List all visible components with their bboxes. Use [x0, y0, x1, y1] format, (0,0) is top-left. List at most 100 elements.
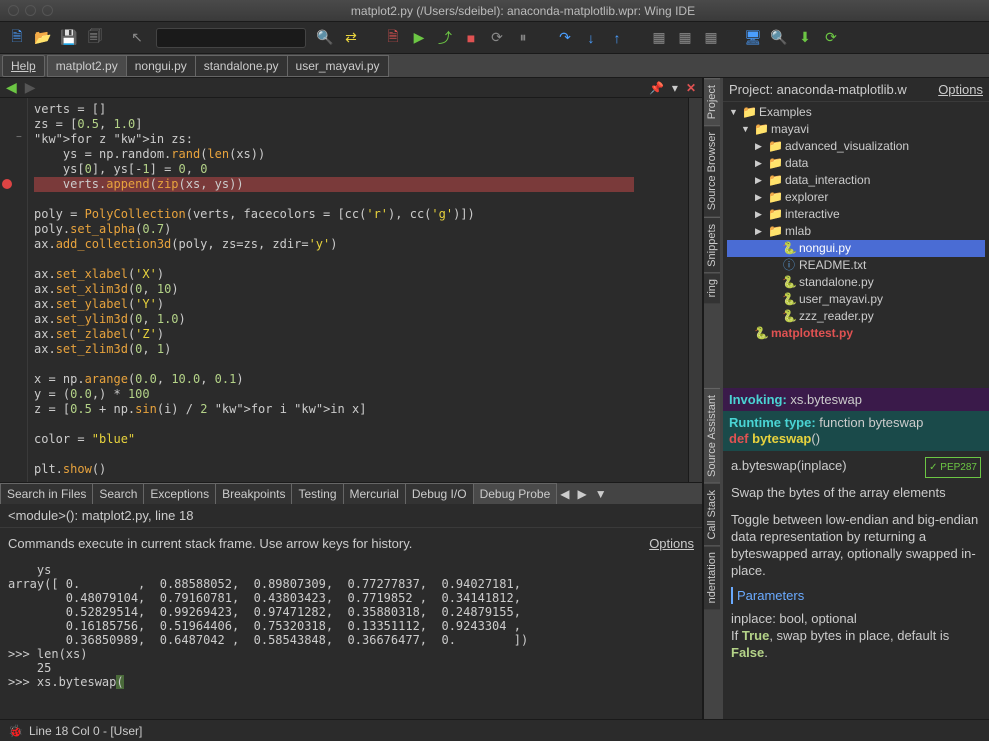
- run-icon[interactable]: ▶: [408, 27, 430, 49]
- zoom-window-icon[interactable]: [42, 5, 53, 16]
- vertical-tab[interactable]: Call Stack: [704, 483, 720, 546]
- file-tab[interactable]: nongui.py: [126, 55, 196, 77]
- open-file-icon[interactable]: 📂: [32, 27, 54, 49]
- replace-icon[interactable]: ⇄: [340, 27, 362, 49]
- record-icon[interactable]: 🗎: [382, 27, 404, 49]
- search-input[interactable]: [156, 28, 306, 48]
- debug-probe-panel: <module>(): matplot2.py, line 18 Command…: [0, 504, 702, 719]
- menu-icon[interactable]: ▾: [672, 81, 678, 95]
- main-toolbar: 🗎 📂 💾 🗐 ↖ 🔍 ⇄ 🗎 ▶ ⤴ ■ ⟳ ⏸ ↷ ↓ ↑ ▦ ▦ ▦ 🖥 …: [0, 22, 989, 54]
- tree-folder[interactable]: ▶📁interactive: [727, 206, 985, 223]
- signature: a.byteswap(inplace): [731, 458, 847, 473]
- vertical-tab[interactable]: Project: [704, 78, 720, 125]
- nav-back-icon[interactable]: ◀: [6, 79, 17, 96]
- bottom-tab[interactable]: Mercurial: [343, 483, 406, 505]
- editor-gutter[interactable]: −: [0, 98, 28, 482]
- project-title: Project: anaconda-matplotlib.w: [729, 82, 907, 97]
- pin-icon[interactable]: 📌: [649, 81, 664, 95]
- download-icon[interactable]: ⬇: [794, 27, 816, 49]
- window-titlebar: matplot2.py (/Users/sdeibel): anaconda-m…: [0, 0, 989, 22]
- tree-folder[interactable]: ▶📁mlab: [727, 223, 985, 240]
- tabs-left-icon[interactable]: ◀: [556, 487, 573, 501]
- step-over-icon[interactable]: ↷: [554, 27, 576, 49]
- refresh-icon[interactable]: ⟳: [820, 27, 842, 49]
- bottom-tab[interactable]: Breakpoints: [215, 483, 292, 505]
- status-bar: 🐞 Line 18 Col 0 - [User]: [0, 719, 989, 741]
- bottom-tab[interactable]: Search in Files: [0, 483, 93, 505]
- vertical-tab[interactable]: Snippets: [704, 217, 720, 273]
- debug-message: Commands execute in current stack frame.…: [8, 536, 412, 551]
- file-tab[interactable]: user_mayavi.py: [287, 55, 389, 77]
- debug-options-link[interactable]: Options: [649, 536, 694, 551]
- vertical-tab[interactable]: Source Browser: [704, 125, 720, 216]
- file-tab[interactable]: matplot2.py: [47, 55, 127, 77]
- tree-root[interactable]: ▼📁Examples: [727, 104, 985, 121]
- minimize-window-icon[interactable]: [25, 5, 36, 16]
- tree-file[interactable]: 🐍user_mayavi.py: [727, 291, 985, 308]
- debug-continue-icon[interactable]: ⤴: [434, 27, 456, 49]
- traffic-lights[interactable]: [8, 5, 53, 16]
- cursor-position: Line 18 Col 0 - [User]: [29, 724, 142, 738]
- tree-file[interactable]: 🐍nongui.py: [727, 240, 985, 257]
- search-icon[interactable]: 🔍: [314, 27, 336, 49]
- save-icon[interactable]: 💾: [58, 27, 80, 49]
- invoking-value: xs.byteswap: [790, 392, 862, 407]
- bottom-tab[interactable]: Exceptions: [143, 483, 216, 505]
- tree-file[interactable]: ⓘREADME.txt: [727, 257, 985, 274]
- vertical-tab[interactable]: Source Assistant: [704, 388, 720, 483]
- new-file-icon[interactable]: 🗎: [6, 27, 28, 49]
- bug-icon[interactable]: 🐞: [8, 724, 23, 738]
- tabs-right-icon[interactable]: ▶: [574, 487, 591, 501]
- restart-icon[interactable]: ⟳: [486, 27, 508, 49]
- close-window-icon[interactable]: [8, 5, 19, 16]
- right-vertical-tabs-lower: Source AssistantCall Stackndentation: [703, 388, 723, 719]
- stop-icon[interactable]: ■: [460, 27, 482, 49]
- goto-icon[interactable]: ↖: [126, 27, 148, 49]
- bottom-tab[interactable]: Search: [92, 483, 144, 505]
- tree-file[interactable]: 🐍standalone.py: [727, 274, 985, 291]
- source-assistant-panel: Invoking: xs.byteswap Runtime type: func…: [723, 388, 989, 719]
- bottom-tab[interactable]: Debug Probe: [473, 483, 558, 505]
- step-into-icon[interactable]: ↓: [580, 27, 602, 49]
- tree-folder[interactable]: ▶📁data: [727, 155, 985, 172]
- project-tree[interactable]: ▼📁Examples▼📁mayavi▶📁advanced_visualizati…: [723, 102, 989, 344]
- param-line-2: If True, swap bytes in place, default is…: [731, 627, 981, 661]
- code-content[interactable]: verts = []zs = [0.5, 1.0]"kw">for z "kw"…: [28, 98, 688, 482]
- tree-file[interactable]: 🐍zzz_reader.py: [727, 308, 985, 325]
- bottom-tab[interactable]: Debug I/O: [405, 483, 474, 505]
- vertical-scrollbar[interactable]: [688, 98, 702, 482]
- runtime-type-value: function byteswap: [819, 415, 923, 430]
- tree-folder[interactable]: ▶📁data_interaction: [727, 172, 985, 189]
- vertical-tab[interactable]: ndentation: [704, 545, 720, 609]
- tree-folder[interactable]: ▼📁mayavi: [727, 121, 985, 138]
- vertical-tab[interactable]: ring: [704, 272, 720, 303]
- nav-forward-icon[interactable]: ▶: [25, 79, 36, 96]
- panel3-icon[interactable]: ▦: [700, 27, 722, 49]
- fold-icon[interactable]: −: [16, 132, 22, 143]
- pause-icon[interactable]: ⏸: [512, 27, 534, 49]
- save-all-icon[interactable]: 🗐: [84, 27, 106, 49]
- file-tab[interactable]: standalone.py: [195, 55, 288, 77]
- doc-body: ✓ PEP287 a.byteswap(inplace) Swap the by…: [723, 451, 989, 667]
- def-keyword: def: [729, 431, 749, 446]
- window-title: matplot2.py (/Users/sdeibel): anaconda-m…: [65, 4, 981, 18]
- param-line-1: inplace: bool, optional: [731, 610, 981, 627]
- project-options-link[interactable]: Options: [938, 82, 983, 97]
- pep-badge: ✓ PEP287: [925, 457, 981, 478]
- monitor-icon[interactable]: 🖥: [742, 27, 764, 49]
- bottom-tab[interactable]: Testing: [291, 483, 343, 505]
- debug-output[interactable]: ys array([ 0. , 0.88588052, 0.89807309, …: [0, 559, 702, 719]
- panel1-icon[interactable]: ▦: [648, 27, 670, 49]
- tabs-menu-icon[interactable]: ▼: [591, 487, 611, 501]
- tree-folder[interactable]: ▶📁advanced_visualization: [727, 138, 985, 155]
- step-out-icon[interactable]: ↑: [606, 27, 628, 49]
- close-editor-icon[interactable]: ✕: [686, 81, 696, 95]
- breakpoint-icon[interactable]: [2, 179, 12, 189]
- check-icon[interactable]: 🔍: [768, 27, 790, 49]
- right-vertical-tabs-upper: ProjectSource BrowserSnippetsring: [703, 78, 723, 388]
- help-button[interactable]: Help: [2, 55, 45, 77]
- code-editor[interactable]: − verts = []zs = [0.5, 1.0]"kw">for z "k…: [0, 98, 702, 482]
- tree-file[interactable]: 🐍matplottest.py: [727, 325, 985, 342]
- tree-folder[interactable]: ▶📁explorer: [727, 189, 985, 206]
- panel2-icon[interactable]: ▦: [674, 27, 696, 49]
